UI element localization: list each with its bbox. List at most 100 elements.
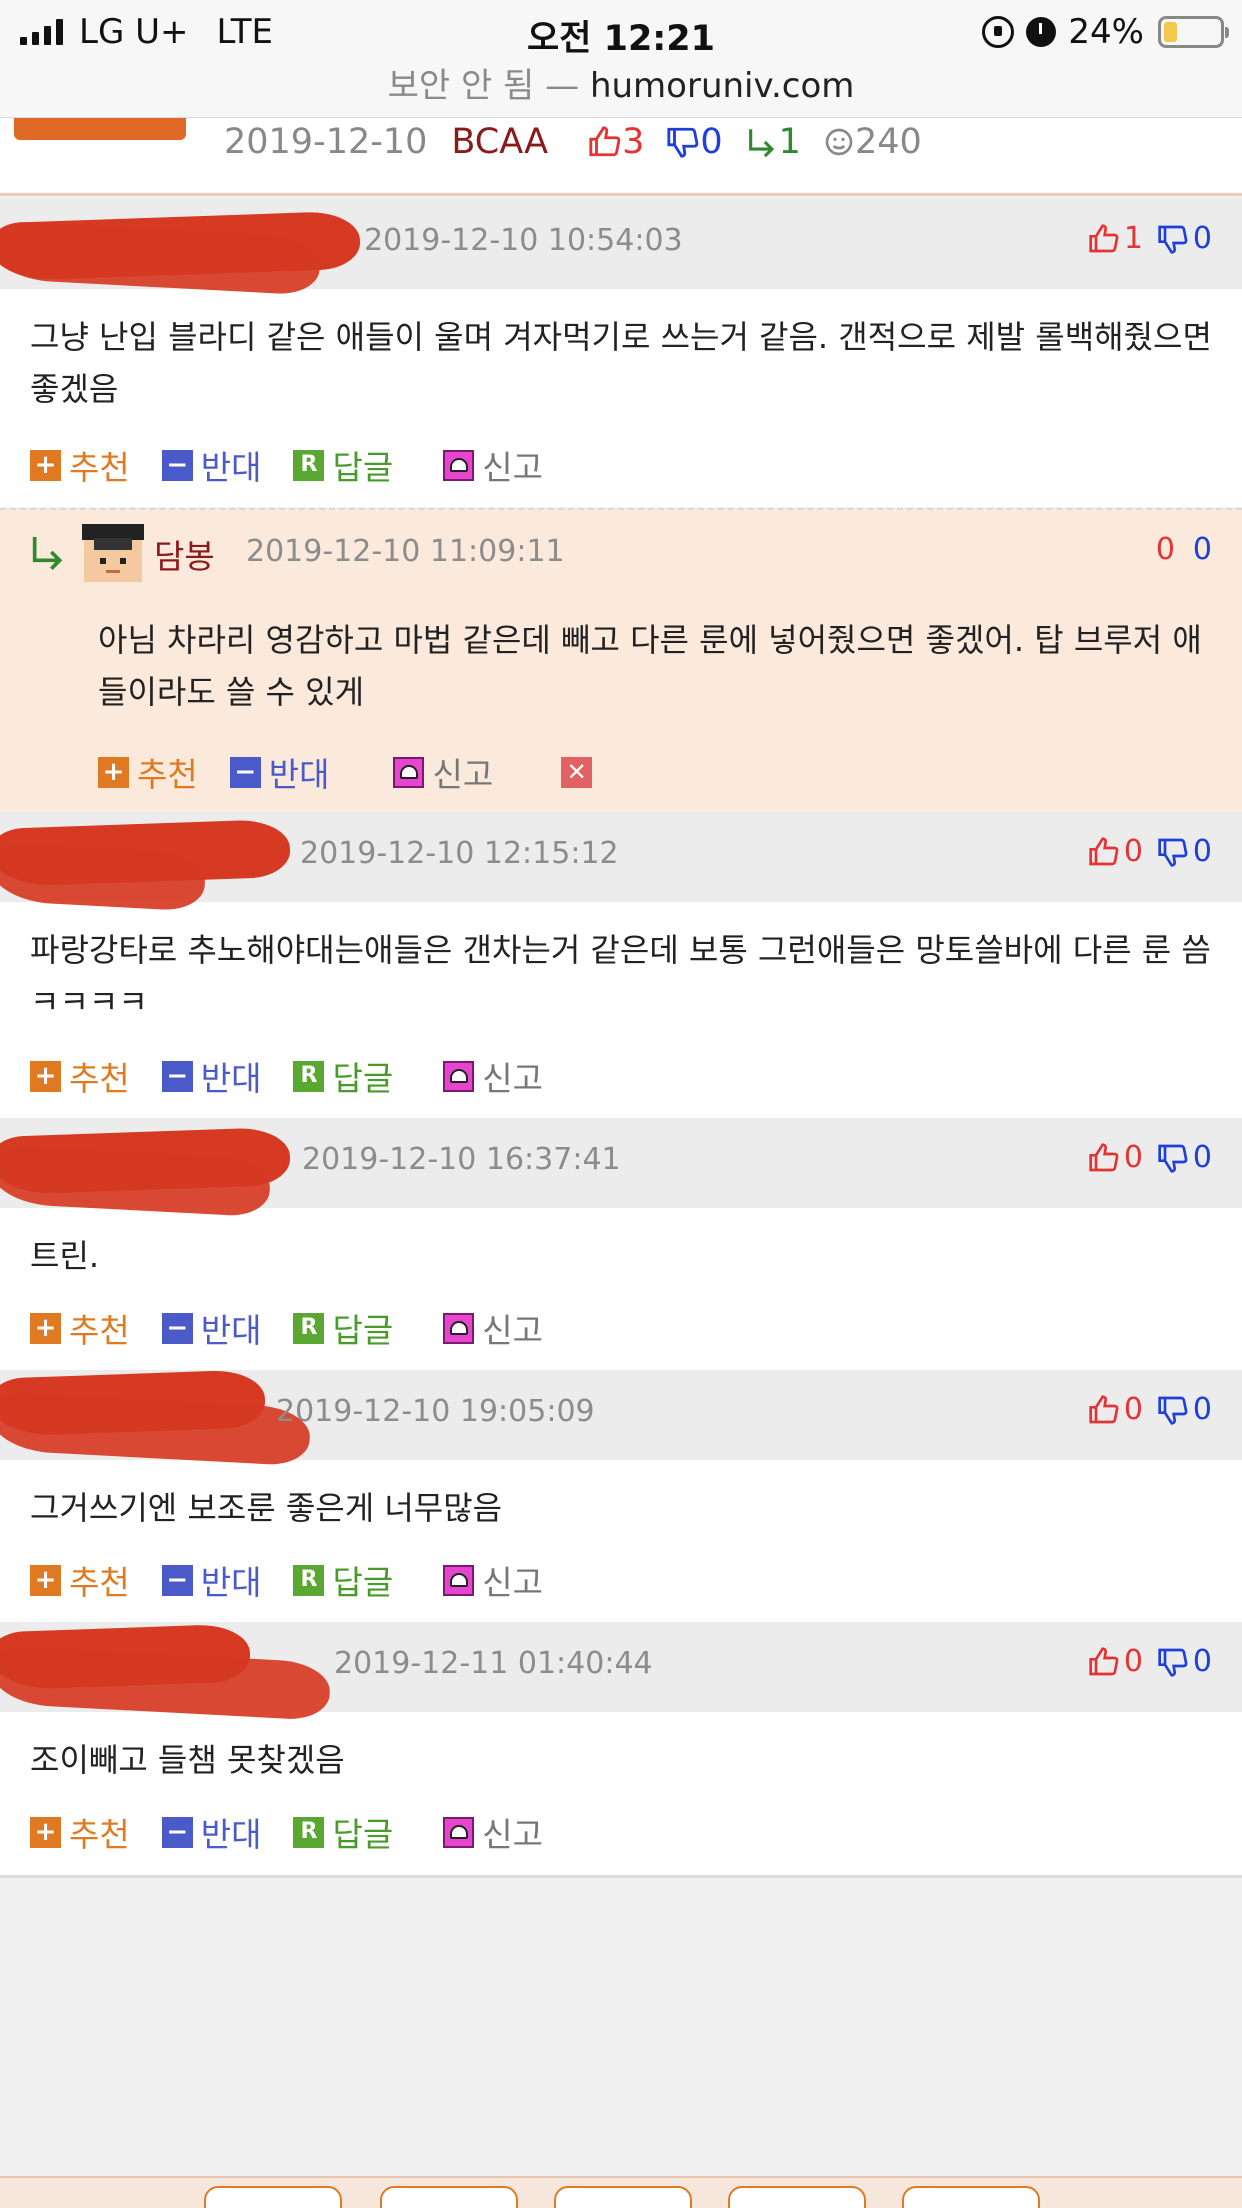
report-button[interactable]: 신고 (443, 1304, 543, 1352)
minus-icon: − (161, 1312, 193, 1344)
comment-header: 2019-12-10 19:05:09 0 0 (0, 1369, 1242, 1467)
comment-time: 2019-12-10 12:15:12 (300, 836, 619, 871)
recommend-label: 추천 (69, 448, 130, 487)
reply-button[interactable]: R 답글 (293, 1304, 393, 1352)
oppose-label: 반대 (200, 1311, 262, 1350)
reply-label: 답글 (332, 1059, 394, 1098)
reply-time: 2019-12-10 11:09:11 (246, 534, 565, 569)
reply-button[interactable]: R 답글 (293, 441, 393, 489)
footer-button[interactable] (204, 2186, 342, 2208)
minus-icon: − (161, 1816, 193, 1848)
siren-icon (443, 449, 475, 481)
comment-downvotes[interactable]: 0 (1157, 1644, 1212, 1679)
oppose-button[interactable]: − 반대 (161, 1808, 262, 1856)
thumb-down-icon (1158, 838, 1188, 867)
upvote-count: 0 (1123, 834, 1143, 869)
minus-icon: − (161, 1564, 193, 1596)
comment-downvotes[interactable]: 0 (1157, 221, 1212, 256)
upvote-count: 1 (1123, 221, 1143, 256)
report-button[interactable]: 신고 (443, 1808, 543, 1856)
recommend-button[interactable]: + 추천 (30, 1304, 130, 1352)
minus-icon: − (229, 756, 261, 788)
siren-icon (443, 1312, 475, 1344)
comment-upvotes[interactable]: 0 (1088, 1140, 1143, 1175)
comment-text: 트린. (30, 1237, 100, 1275)
footer-button[interactable] (554, 2186, 692, 2208)
footer-button[interactable] (380, 2186, 518, 2208)
comment-upvotes[interactable]: 1 (1088, 221, 1143, 256)
comment-upvotes[interactable]: 0 (1088, 834, 1143, 869)
reply-button[interactable]: R 답글 (293, 1808, 393, 1856)
recommend-label: 추천 (69, 1059, 130, 1098)
security-warning: 보안 안 됨 (387, 66, 535, 106)
downvote-count: 0 (1192, 834, 1212, 869)
reply-downvote-count[interactable]: 0 (1193, 532, 1212, 567)
thumb-down-icon (1158, 1144, 1188, 1173)
comment-header: 2019-12-10 12:15:12 0 0 (0, 812, 1242, 912)
report-label: 신고 (482, 1563, 543, 1602)
orange-button-edge[interactable] (14, 118, 186, 140)
report-button[interactable]: 신고 (443, 441, 543, 489)
comment-item: 2019-12-10 19:05:09 0 0 그거쓰기엔 보조룬 좋은게 너무… (0, 1369, 1242, 1622)
post-author[interactable]: BCAA (451, 122, 548, 162)
delete-button[interactable]: ✕ (561, 756, 600, 788)
reply-text: 아님 차라리 영감하고 마법 같은데 빼고 다른 룬에 넣어줬으면 좋겠어. 탑… (98, 621, 1202, 711)
report-button[interactable]: 신고 (393, 748, 493, 796)
thumb-down-icon (1158, 1648, 1188, 1677)
comment-upvotes[interactable]: 0 (1088, 1644, 1143, 1679)
oppose-button[interactable]: − 반대 (229, 748, 329, 796)
recommend-button[interactable]: + 추천 (30, 1556, 130, 1604)
oppose-button[interactable]: − 반대 (161, 441, 261, 489)
downvote-count: 0 (1192, 1392, 1212, 1427)
minus-icon: − (161, 1060, 193, 1092)
url-bar[interactable]: 보안 안 됨 — humoruniv.com (0, 58, 1242, 107)
thumb-down-icon (667, 127, 699, 158)
report-button[interactable]: 신고 (443, 1052, 543, 1100)
minus-icon: − (161, 449, 193, 481)
oppose-button[interactable]: − 반대 (161, 1556, 261, 1604)
report-button[interactable]: 신고 (443, 1556, 543, 1604)
reply-button[interactable]: R 답글 (293, 1052, 393, 1100)
upvote-count: 0 (1123, 1644, 1143, 1679)
report-label: 신고 (482, 1311, 543, 1350)
recommend-button[interactable]: + 추천 (98, 748, 198, 796)
reply-upvote-count[interactable]: 0 (1156, 532, 1175, 567)
comment-votes: 1 0 (1088, 221, 1212, 256)
footer-button[interactable] (728, 2186, 866, 2208)
plus-icon: + (30, 1060, 61, 1092)
upvote-count: 0 (1123, 1392, 1143, 1427)
downvote-count: 0 (1192, 1644, 1212, 1679)
comment-votes: 0 0 (1088, 1644, 1212, 1679)
thumb-up-icon (1089, 223, 1119, 252)
comment-downvotes[interactable]: 0 (1157, 1140, 1212, 1175)
thumb-up-icon (1089, 1394, 1119, 1423)
comment-downvotes[interactable]: 0 (1157, 834, 1212, 869)
oppose-button[interactable]: − 반대 (161, 1052, 261, 1100)
post-upvote-count: 3 (622, 122, 645, 162)
reply-comment: 담봉 2019-12-10 11:09:11 0 0 아님 차라리 영감하고 마… (0, 508, 1242, 810)
comment-votes: 0 0 (1088, 1392, 1212, 1427)
recommend-button[interactable]: + 추천 (30, 1808, 130, 1856)
footer-button[interactable] (902, 2186, 1040, 2208)
comment-actions: + 추천 − 반대 R 답글 신고 (30, 441, 575, 489)
post-downvotes: 0 (666, 122, 723, 162)
comment-upvotes[interactable]: 0 (1088, 1392, 1143, 1427)
plus-icon: + (30, 1816, 61, 1848)
recommend-button[interactable]: + 추천 (30, 441, 130, 489)
comment-actions: + 추천 − 반대 R 답글 신고 (30, 1052, 575, 1100)
oppose-button[interactable]: − 반대 (161, 1304, 262, 1352)
thumb-down-icon (1158, 1396, 1188, 1425)
comment-item: 2019-12-10 10:54:03 1 0 그냥 난입 블라디 같은 애들이… (0, 199, 1242, 507)
alarm-icon (1026, 17, 1057, 47)
close-icon: ✕ (561, 756, 593, 788)
reply-author[interactable]: 담봉 (154, 530, 215, 578)
post-info-row: 2019-12-10 BCAA 3 0 1 240 (224, 122, 922, 162)
comment-downvotes[interactable]: 0 (1157, 1392, 1212, 1427)
recommend-button[interactable]: + 추천 (30, 1052, 130, 1100)
oppose-label: 반대 (200, 1815, 262, 1854)
comment-header: 2019-12-10 10:54:03 1 0 (0, 199, 1242, 296)
siren-icon (443, 1816, 475, 1848)
comment-actions: + 추천 − 반대 R 답글 신고 (30, 1556, 575, 1604)
comment-header: 2019-12-10 16:37:41 0 0 (0, 1118, 1242, 1218)
reply-button[interactable]: R 답글 (293, 1556, 393, 1604)
